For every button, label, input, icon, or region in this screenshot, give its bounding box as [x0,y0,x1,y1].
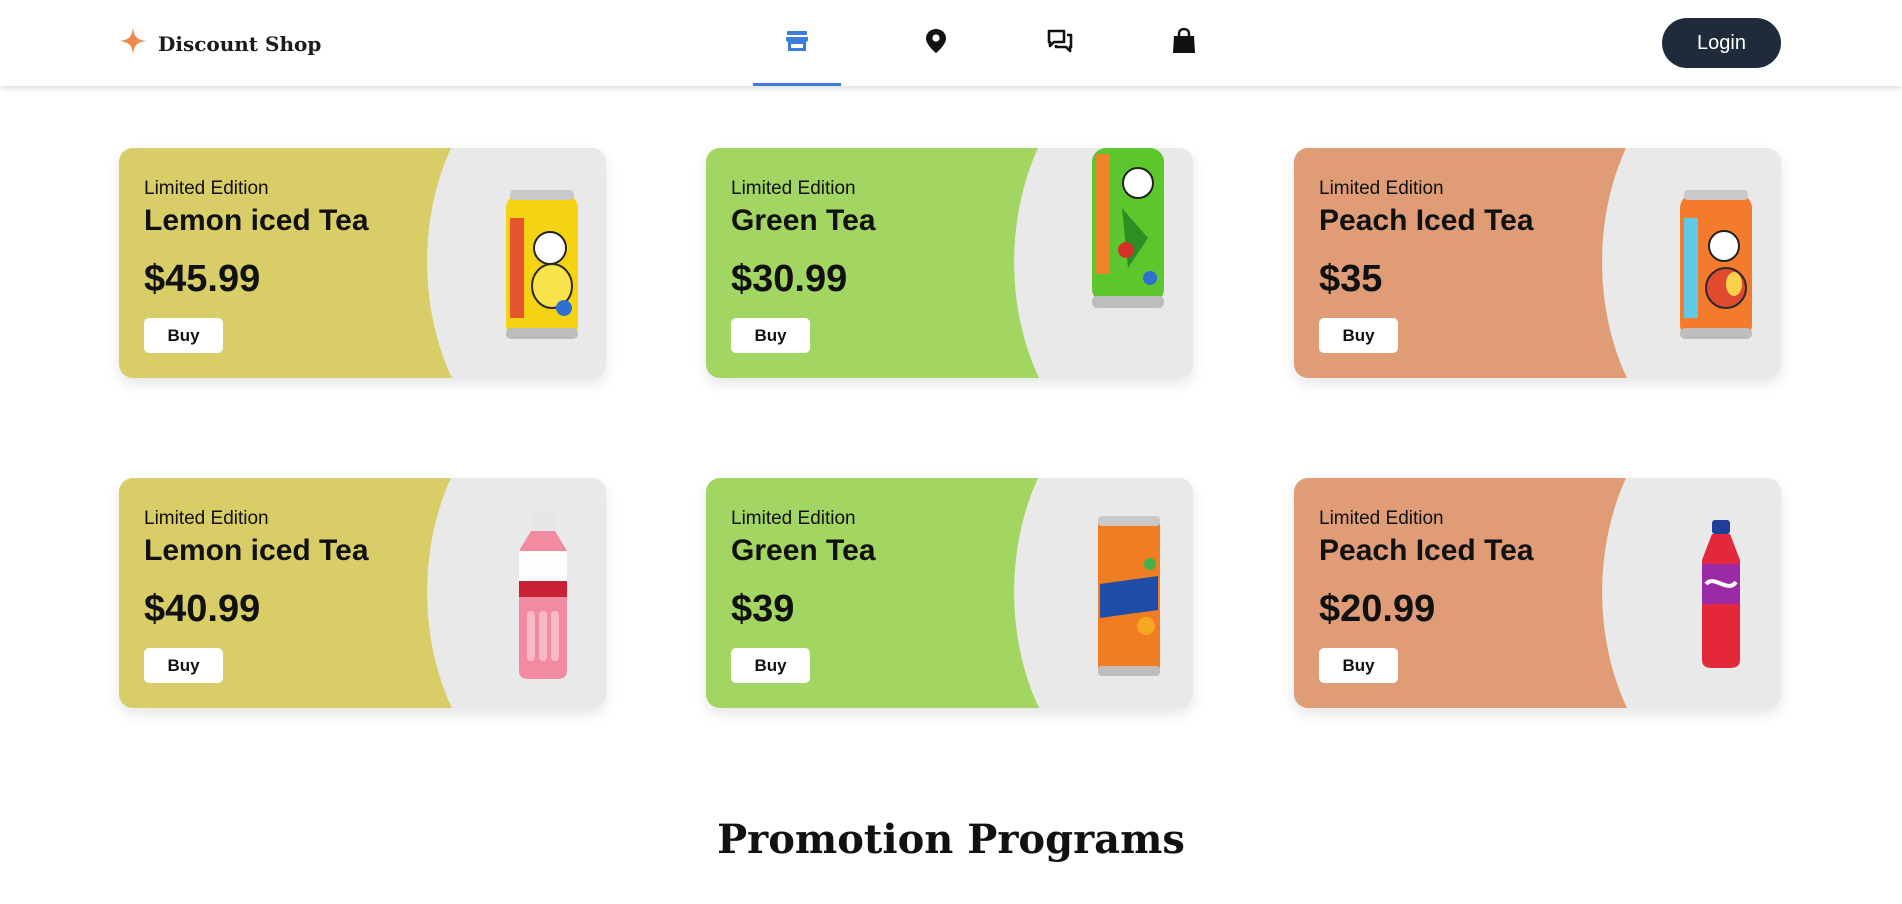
brand-name: Discount Shop [158,31,322,56]
green-tea-can-image [1092,148,1164,308]
section-title: Promotion Programs [717,816,1185,863]
card-eyebrow: Limited Edition [1319,178,1444,199]
card-title: Green Tea [731,204,876,237]
shopping-bag-icon [1172,27,1196,59]
card-price: $30.99 [731,258,848,300]
lemon-tea-can-image [506,190,578,339]
card-title: Lemon iced Tea [144,204,369,237]
card-price: $35 [1319,258,1383,300]
buy-button[interactable]: Buy [731,648,810,683]
peach-tea-can-image [1680,190,1752,339]
card-title: Peach Iced Tea [1319,534,1534,567]
nav-store[interactable] [752,0,842,86]
max-plus-can-image [1098,516,1160,676]
brand-logo[interactable]: Discount Shop [118,26,321,61]
card-price: $40.99 [144,588,261,630]
product-card: Limited Edition Peach Iced Tea $35 Buy [1294,148,1781,378]
product-card: Limited Edition Green Tea $39 Buy [706,478,1193,708]
nav-cart[interactable] [1122,0,1246,86]
card-eyebrow: Limited Edition [144,508,269,529]
product-card: Limited Edition Green Tea $30.99 Buy [706,148,1193,378]
login-button[interactable]: Login [1662,18,1781,68]
main-nav [752,0,1246,86]
card-eyebrow: Limited Edition [1319,508,1444,529]
card-price: $20.99 [1319,588,1436,630]
card-title: Green Tea [731,534,876,567]
location-pin-icon [925,28,947,59]
site-header: Discount Shop Login [0,0,1902,86]
buy-button[interactable]: Buy [144,648,223,683]
buy-button[interactable]: Buy [144,318,223,353]
card-price: $39 [731,588,795,630]
buy-button[interactable]: Buy [1319,648,1398,683]
card-eyebrow: Limited Edition [144,178,269,199]
product-card: Limited Edition Peach Iced Tea $20.99 Bu… [1294,478,1781,708]
buy-button[interactable]: Buy [1319,318,1398,353]
card-eyebrow: Limited Edition [731,178,856,199]
sparkle-icon [118,26,148,61]
nav-messages[interactable] [998,0,1122,86]
product-card: Limited Edition Lemon iced Tea $45.99 Bu… [119,148,606,378]
product-card: Limited Edition Lemon iced Tea $40.99 Bu… [119,478,606,708]
card-title: Lemon iced Tea [144,534,369,567]
card-eyebrow: Limited Edition [731,508,856,529]
card-title: Peach Iced Tea [1319,204,1534,237]
sunkist-bottle-image [1702,520,1740,668]
buy-button[interactable]: Buy [731,318,810,353]
chat-icon [1047,29,1073,58]
card-price: $45.99 [144,258,261,300]
nav-location[interactable] [874,0,998,86]
mogu-mogu-bottle-image [519,511,567,679]
store-icon [785,29,809,58]
